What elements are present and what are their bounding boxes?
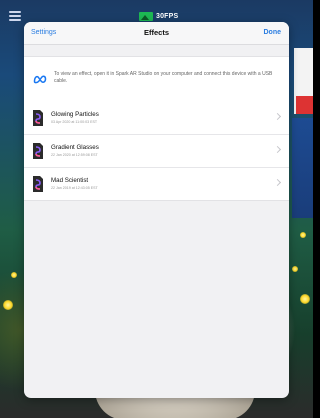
chevron-right-icon (273, 145, 282, 154)
spark-file-icon (33, 143, 43, 159)
particle-spark (11, 272, 17, 278)
usb-notice: To view an effect, open it in Spark AR S… (24, 56, 289, 103)
effect-name: Glowing Particles (51, 111, 99, 118)
spark-file-icon (33, 110, 43, 126)
meta-logo-icon (33, 75, 47, 84)
chevron-right-icon (273, 112, 282, 121)
effect-row-gradient-glasses[interactable]: Gradient Glasses 22 Jan 2020 at 12:59:08… (24, 135, 289, 168)
effects-modal: Settings Effects Done To view an effect,… (24, 22, 289, 398)
effect-name: Gradient Glasses (51, 144, 99, 151)
fps-indicator: 30FPS (139, 10, 178, 22)
effects-list: Glowing Particles 03 Apr 2020 at 11:00:0… (24, 102, 289, 201)
background-sign-blue (292, 118, 313, 218)
notice-text: To view an effect, open it in Spark AR S… (54, 71, 273, 84)
performance-icon (139, 11, 153, 21)
background-sign-red (296, 96, 313, 114)
modal-title: Effects (143, 28, 169, 37)
particle-spark (3, 300, 13, 310)
effect-row-glowing-particles[interactable]: Glowing Particles 03 Apr 2020 at 11:00:0… (24, 102, 289, 135)
chevron-right-icon (273, 178, 282, 187)
fps-label: 30FPS (156, 12, 179, 20)
spark-file-icon (33, 176, 43, 192)
effect-row-mad-scientist[interactable]: Mad Scientist 22 Jan 2019 at 12:43:05 ES… (24, 168, 289, 200)
effect-date: 22 Jan 2020 at 12:59:08 EST (51, 153, 98, 157)
effect-name: Mad Scientist (51, 177, 89, 184)
menu-icon[interactable] (9, 11, 21, 21)
modal-nav-bar: Settings Effects Done (24, 22, 289, 45)
effect-date: 22 Jan 2019 at 12:43:05 EST (51, 186, 98, 190)
particle-spark (300, 294, 310, 304)
particle-spark (300, 232, 306, 238)
effect-date: 03 Apr 2020 at 11:00:03 EST (51, 120, 98, 124)
done-button[interactable]: Done (264, 29, 282, 36)
particle-spark (292, 266, 298, 272)
